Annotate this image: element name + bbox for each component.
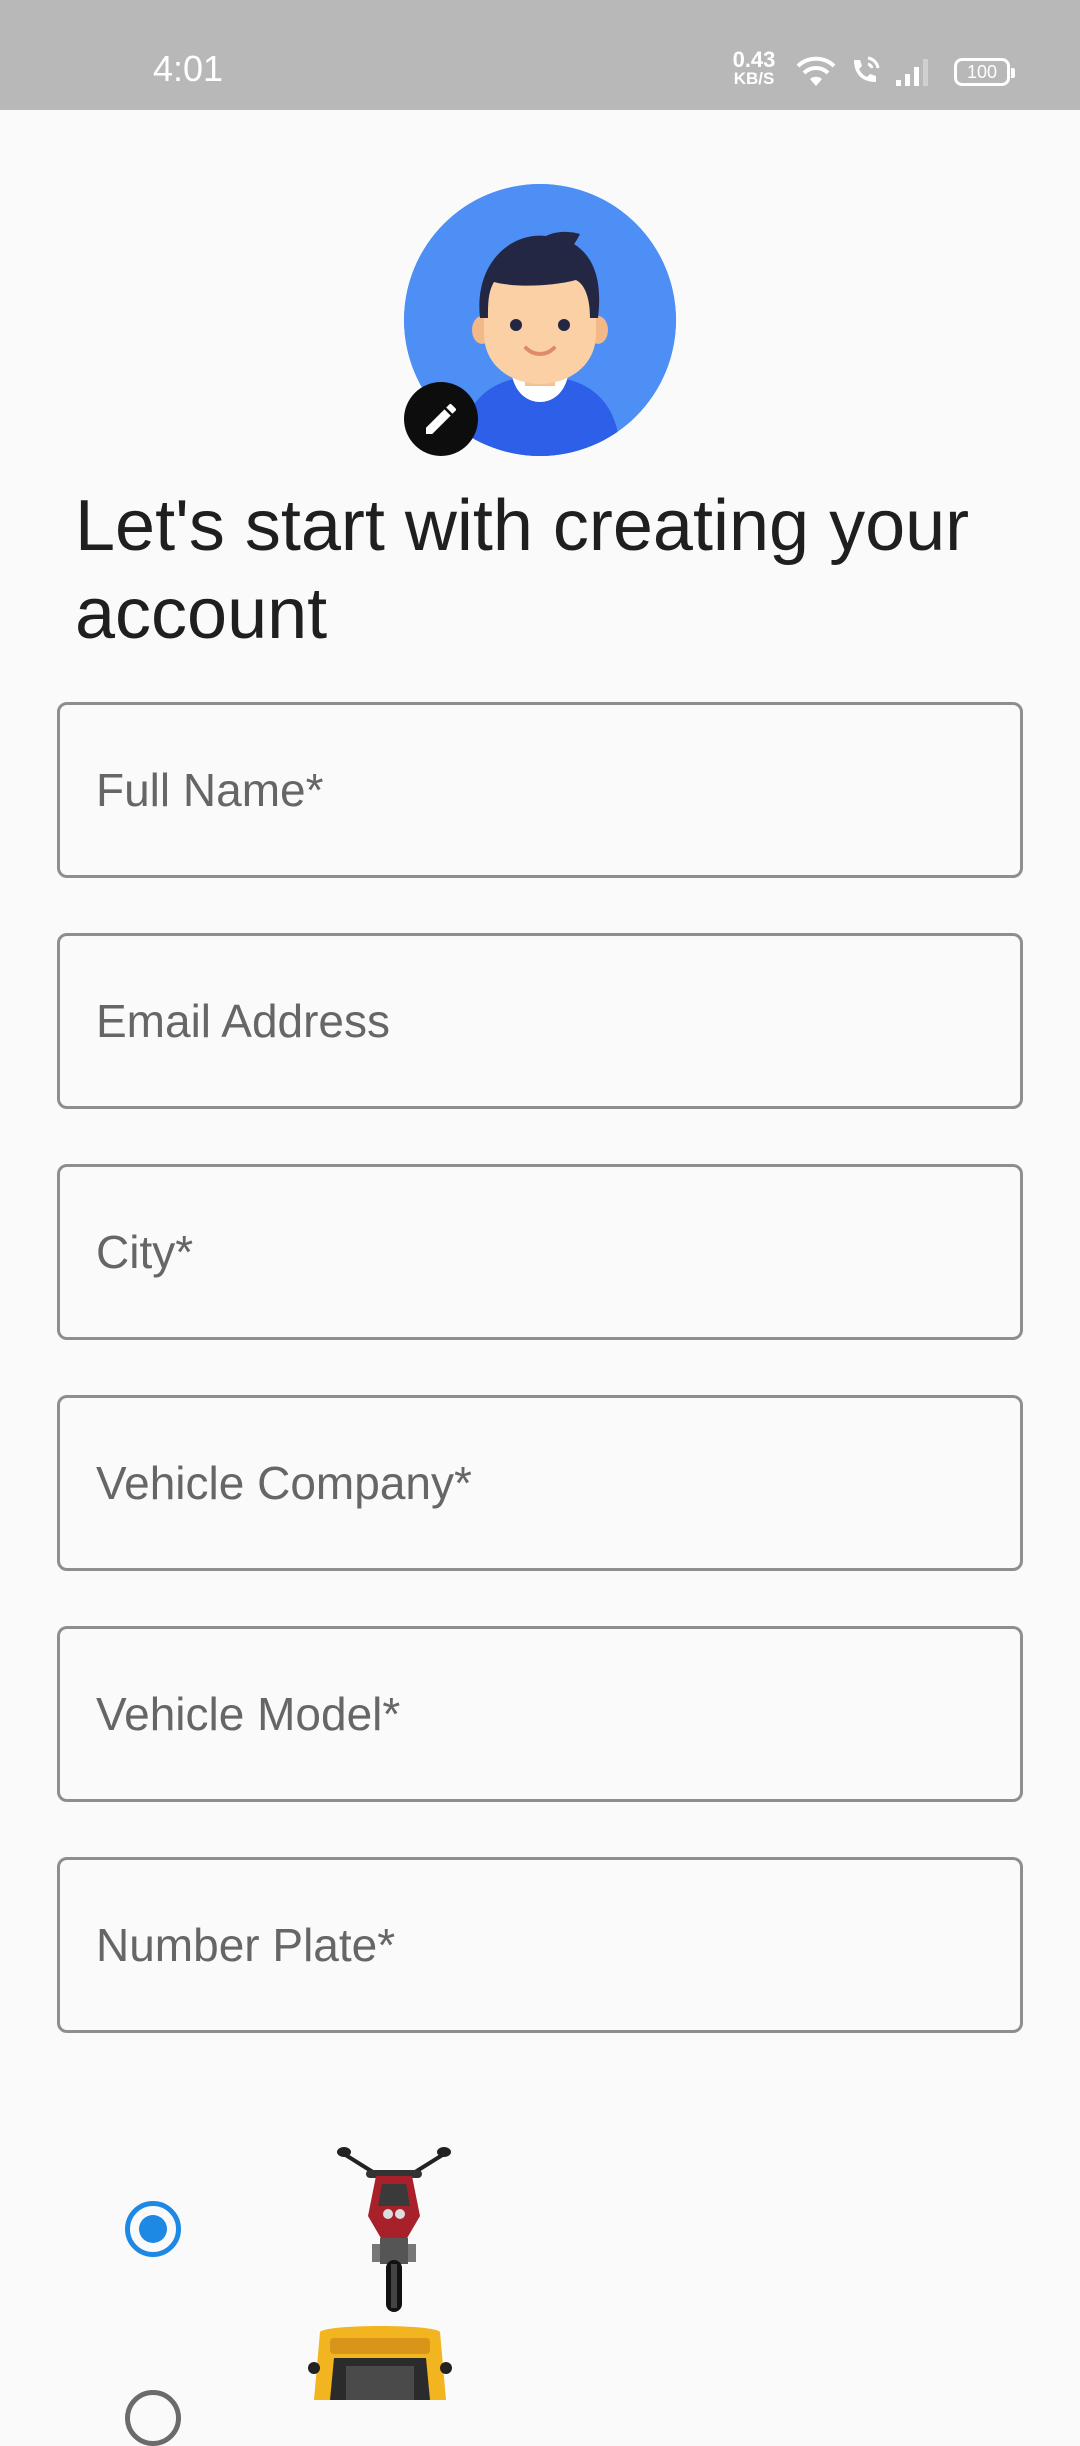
wifi-icon xyxy=(796,56,836,86)
page-title: Let's start with creating your account xyxy=(75,486,970,654)
email-address-input[interactable] xyxy=(60,936,1020,1106)
status-bar: 4:01 0.43 KB/S 100 xyxy=(0,0,1080,110)
number-plate-input[interactable] xyxy=(60,1860,1020,2030)
wifi-calling-icon xyxy=(854,56,880,82)
vehicle-company-field-box xyxy=(57,1395,1023,1571)
network-speed: 0.43 KB/S xyxy=(726,49,782,88)
vehicle-model-field-box xyxy=(57,1626,1023,1802)
vehicle-type-radio-auto-rickshaw[interactable] xyxy=(125,2390,181,2446)
motorcycle-image[interactable] xyxy=(336,2140,452,2316)
full-name-field-box xyxy=(57,702,1023,878)
vehicle-type-radio-motorcycle[interactable] xyxy=(125,2201,181,2257)
number-plate-field-box xyxy=(57,1857,1023,2033)
city-input[interactable] xyxy=(60,1167,1020,1337)
full-name-input[interactable] xyxy=(60,705,1020,875)
edit-avatar-button[interactable] xyxy=(404,382,478,456)
vehicle-model-input[interactable] xyxy=(60,1629,1020,1799)
vehicle-company-input[interactable] xyxy=(60,1398,1020,1568)
signal-icon xyxy=(896,59,928,86)
network-speed-unit: KB/S xyxy=(733,69,775,88)
pencil-icon xyxy=(426,403,457,434)
city-field-box xyxy=(57,1164,1023,1340)
battery-icon: 100 xyxy=(954,58,1015,86)
email-field-box xyxy=(57,933,1023,1109)
status-time: 4:01 xyxy=(153,48,224,89)
auto-rickshaw-image[interactable] xyxy=(306,2322,454,2400)
